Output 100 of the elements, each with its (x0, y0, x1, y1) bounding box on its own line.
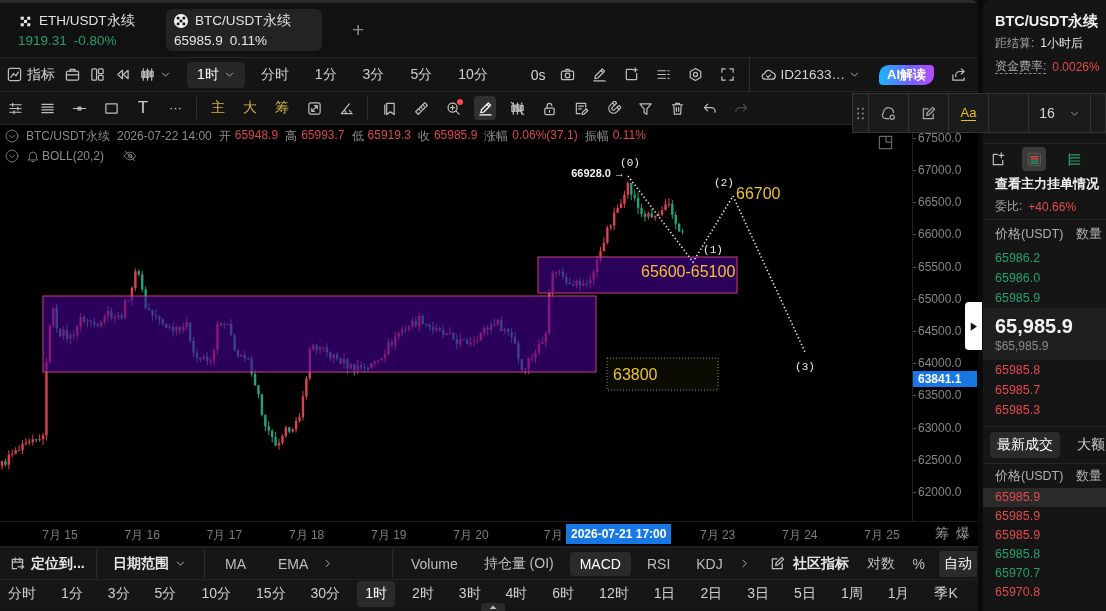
period-tab[interactable]: 2日 (692, 580, 731, 607)
rewind-icon[interactable] (115, 67, 130, 82)
trade-price: 65970.7 (995, 565, 1041, 582)
interval-dropdown[interactable]: 1时 (187, 61, 245, 88)
period-tab[interactable]: 4时 (497, 580, 536, 607)
rectangle-icon[interactable] (103, 100, 119, 116)
price-tick: 65500.0 (913, 259, 962, 274)
chart-layer-button[interactable]: 主 (207, 96, 229, 120)
period-tab[interactable]: 3日 (739, 580, 778, 607)
interval-tab[interactable]: 10分 (448, 61, 498, 88)
period-tab[interactable]: 1分 (53, 580, 91, 607)
community-indicators-button[interactable]: 社区指标 (769, 551, 849, 576)
chart-layer-button[interactable]: 大 (239, 96, 261, 120)
period-tab[interactable]: 1月 (879, 580, 918, 607)
period-tab[interactable]: 2时 (403, 580, 442, 607)
period-tab[interactable]: 季K (926, 580, 966, 607)
caret-up-icon[interactable] (481, 603, 505, 611)
chevron-down-icon (223, 69, 235, 80)
pencil-icon[interactable] (592, 67, 608, 82)
add-document-icon[interactable] (624, 67, 640, 82)
edit-icon[interactable] (921, 105, 936, 121)
symbol-tab[interactable]: BTC/USDT永续 65985.9 0.11% (166, 9, 322, 51)
camera-icon[interactable] (560, 67, 576, 82)
axis-tool-button[interactable]: 筹 (935, 525, 949, 543)
scale-mode-tab[interactable]: % (908, 551, 929, 576)
period-tab[interactable]: 3时 (450, 580, 489, 607)
eye-off-icon[interactable] (123, 149, 138, 163)
wave-label: (0) (620, 157, 640, 169)
period-tab[interactable]: 15分 (247, 580, 294, 607)
locate-button[interactable]: 定位到... (0, 551, 96, 576)
period-tab[interactable]: 5分 (146, 580, 185, 607)
ratio-label: 委比: (995, 198, 1023, 215)
interval-tab[interactable]: 1分 (304, 61, 347, 88)
interval-tab[interactable]: 5分 (400, 61, 443, 88)
sliders-icon[interactable] (7, 100, 23, 116)
indicator-name: BOLL(20,2) (42, 149, 105, 163)
main-indicator-button[interactable]: EMA (268, 551, 319, 576)
main-indicator-button[interactable]: MA (215, 551, 256, 576)
bell-icon[interactable] (26, 149, 40, 163)
period-tab[interactable]: 10分 (193, 580, 239, 607)
tab-price: 65985.9 (174, 33, 223, 48)
chart-type-button[interactable] (140, 67, 171, 82)
trade-tab[interactable]: 大额 (1070, 432, 1106, 458)
settings-icon[interactable] (688, 67, 704, 82)
quote-value: 0.11% (612, 127, 646, 144)
date-range-dropdown[interactable]: 日期范围 (113, 551, 186, 576)
chart-layer-button[interactable]: 筹 (271, 96, 293, 120)
period-tab[interactable]: 5日 (786, 580, 824, 607)
font-size-dropdown[interactable]: 16 (1039, 105, 1080, 121)
sub-indicator-tab[interactable]: RSI (636, 551, 681, 576)
layout-icon[interactable] (90, 67, 105, 82)
period-tab[interactable]: 12时 (591, 580, 637, 607)
panel-toggle-button[interactable] (965, 302, 982, 350)
collapse-icon[interactable] (5, 149, 19, 163)
candles-off-icon (509, 100, 525, 116)
scale-mode-tab[interactable]: 对数 (862, 551, 899, 576)
ai-analysis-button[interactable]: AI解读 (879, 64, 934, 85)
sub-indicator-tab[interactable]: 持仓量 (OI) (473, 551, 564, 576)
sub-indicator-tab[interactable]: MACD (569, 551, 631, 576)
sub-indicator-tab[interactable]: KDJ (686, 551, 733, 576)
angle-icon[interactable] (338, 100, 354, 116)
briefcase-icon[interactable] (65, 67, 80, 82)
line-chart-icon (7, 67, 22, 82)
fullscreen-icon[interactable] (720, 67, 736, 82)
popout-icon[interactable] (991, 151, 1006, 167)
scale-mode-tab[interactable]: 自动 (939, 550, 977, 577)
trade-tab[interactable]: 最新成交 (990, 432, 1060, 458)
period-tab[interactable]: 6时 (544, 580, 583, 607)
pencil-tool-button[interactable] (474, 96, 496, 120)
ask-price: 65986.0 (995, 271, 1041, 285)
collapse-icon[interactable] (5, 129, 19, 143)
book-heading[interactable]: 查看主力挂单情况 (983, 174, 1106, 194)
trash-icon (669, 100, 685, 116)
book-view-button[interactable] (1022, 147, 1046, 171)
transform-icon[interactable] (306, 100, 322, 116)
interval-tab[interactable]: 分时 (250, 61, 299, 88)
period-tab[interactable]: 3分 (99, 580, 138, 607)
period-tab[interactable]: 1周 (832, 580, 871, 607)
date-tick: 7月 20 (453, 527, 489, 544)
panel-title: BTC/USDT永续 (995, 12, 1100, 31)
list-icon[interactable] (656, 67, 672, 82)
font-style-button[interactable]: Aa (960, 105, 977, 121)
column-header: 数量 (1076, 225, 1102, 243)
text-tool-button[interactable]: T (132, 96, 154, 120)
sub-indicator-tab[interactable]: Volume (401, 551, 468, 576)
price-tick: 67500.0 (913, 130, 962, 145)
period-tab[interactable]: 30分 (302, 580, 349, 607)
outline-shape-icon[interactable] (881, 105, 896, 121)
add-tab-button[interactable]: + (352, 18, 365, 42)
account-dropdown[interactable]: ID21633… (761, 67, 860, 82)
quote-label: 开 (218, 127, 231, 145)
period-tab[interactable]: 分时 (0, 580, 44, 607)
frame-icon[interactable] (878, 135, 893, 150)
symbol-tab[interactable]: ETH/USDT永续 1919.31 -0.80% (10, 9, 158, 51)
period-tab[interactable]: 1日 (645, 580, 684, 607)
interval-tab[interactable]: 3分 (352, 61, 395, 88)
indicators-button[interactable]: 指标 (7, 65, 55, 84)
period-tab[interactable]: 1时 (357, 580, 395, 607)
axis-tool-button[interactable]: 爆 (956, 525, 970, 543)
share-icon[interactable] (951, 67, 966, 82)
